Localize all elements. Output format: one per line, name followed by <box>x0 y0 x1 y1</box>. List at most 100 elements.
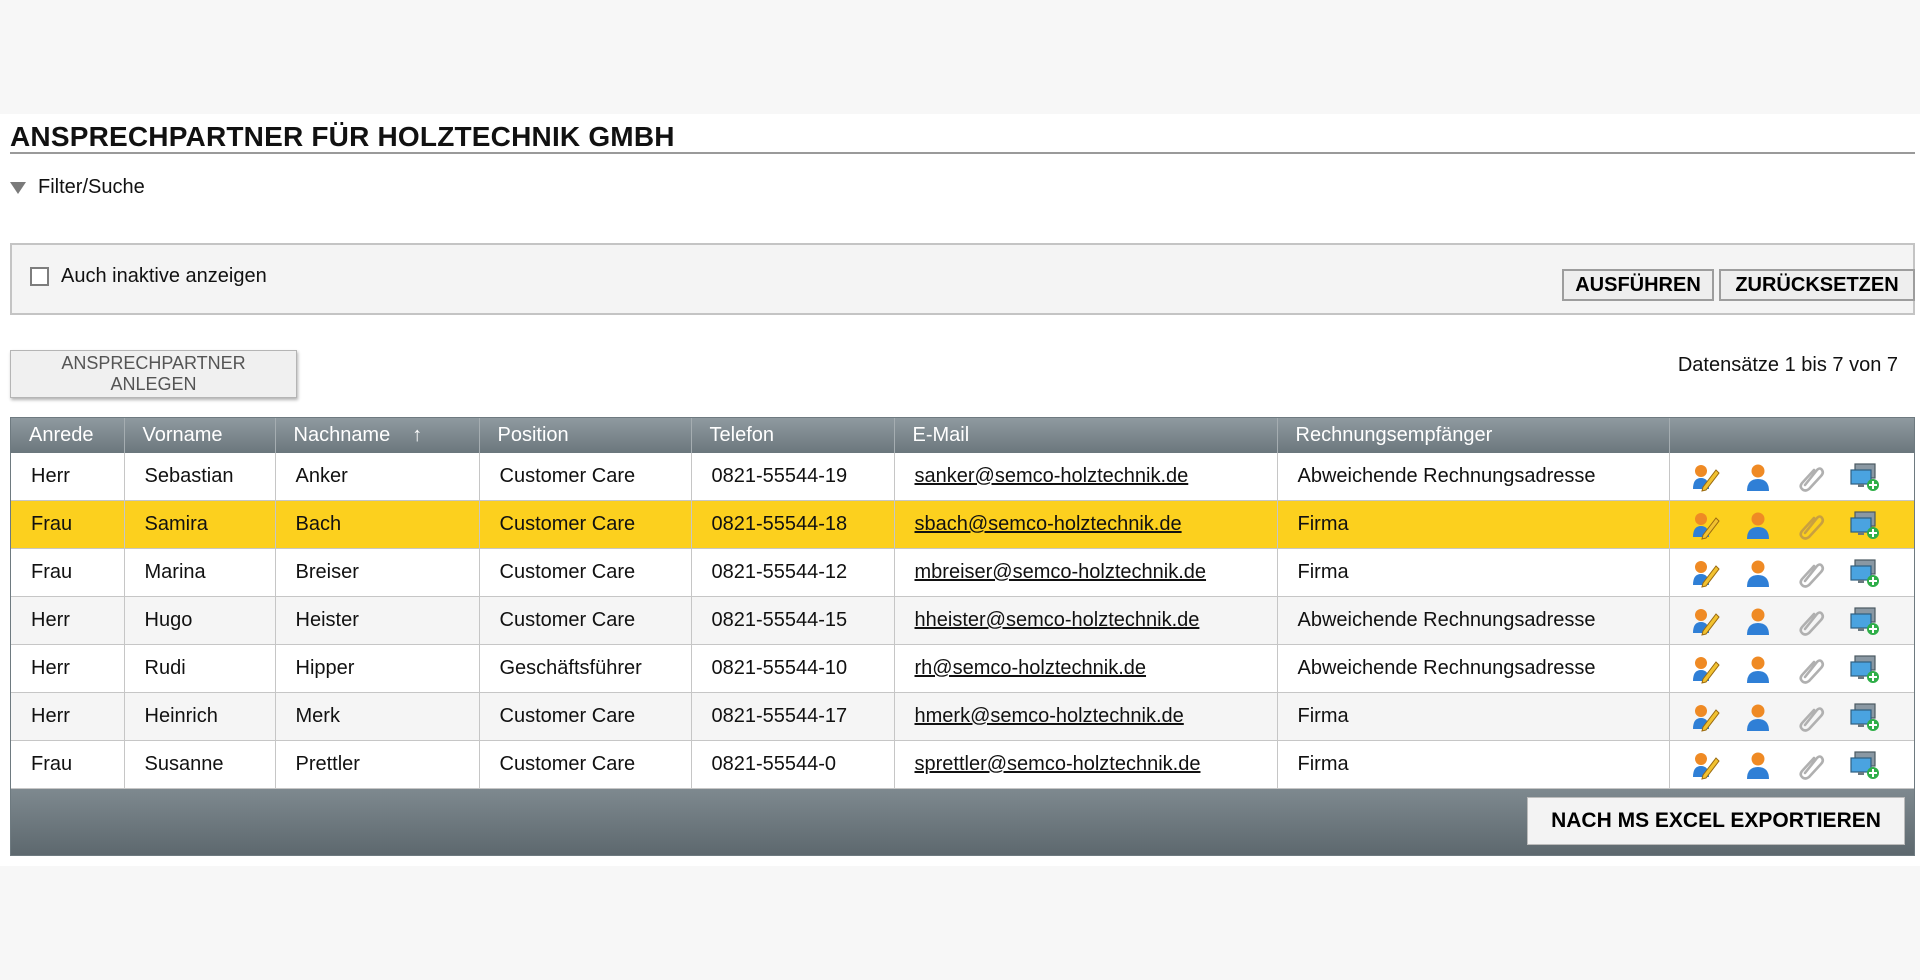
monitor-add-icon[interactable] <box>1849 558 1881 588</box>
create-contact-button[interactable]: ANSPRECHPARTNER ANLEGEN <box>10 350 297 398</box>
cell-rechnungsempfaenger: Abweichende Rechnungsadresse <box>1277 596 1670 645</box>
person-icon[interactable] <box>1743 558 1773 588</box>
table-row[interactable]: Herr Sebastian Anker Customer Care 0821-5554… <box>11 453 1914 501</box>
person-icon[interactable] <box>1743 462 1773 492</box>
person-icon[interactable] <box>1743 606 1773 636</box>
cell-rechnungsempfaenger: Abweichende Rechnungsadresse <box>1277 644 1670 693</box>
cell-telefon: 0821-55544-18 <box>691 500 895 549</box>
paperclip-icon[interactable] <box>1796 702 1826 732</box>
cell-vorname: Heinrich <box>124 692 276 741</box>
cell-email: rh@semco-holztechnik.de <box>894 644 1278 693</box>
sort-ascending-icon: ↑ <box>412 424 423 446</box>
cell-nachname: Prettler <box>275 740 480 789</box>
edit-icon[interactable] <box>1690 558 1720 588</box>
monitor-add-icon[interactable] <box>1849 750 1881 780</box>
cell-actions <box>1669 692 1915 741</box>
person-icon[interactable] <box>1743 750 1773 780</box>
row-actions <box>1690 510 1915 540</box>
export-excel-button[interactable]: NACH MS EXCEL EXPORTIEREN <box>1527 797 1905 845</box>
cell-telefon: 0821-55544-0 <box>691 740 895 789</box>
table-row[interactable]: Herr Rudi Hipper Geschäftsführer 0821-55544-… <box>11 644 1915 693</box>
cell-rechnungsempfaenger: Firma <box>1277 548 1670 597</box>
row-actions <box>1690 606 1915 636</box>
column-header-position[interactable]: Position <box>479 418 692 453</box>
column-header-telefon[interactable]: Telefon <box>691 418 895 453</box>
edit-icon[interactable] <box>1690 510 1720 540</box>
cell-telefon: 0821-55544-19 <box>691 453 895 501</box>
paperclip-icon[interactable] <box>1796 558 1826 588</box>
cell-nachname: Merk <box>275 692 480 741</box>
person-icon[interactable] <box>1743 510 1773 540</box>
edit-icon[interactable] <box>1690 606 1720 636</box>
cell-email: sbach@semco-holztechnik.de <box>894 500 1278 549</box>
person-icon[interactable] <box>1743 702 1773 732</box>
cell-nachname: Heister <box>275 596 480 645</box>
contacts-table: Anrede Vorname Nachname ↑ Position Telefo… <box>10 417 1915 856</box>
cell-nachname: Hipper <box>275 644 480 693</box>
column-header-anrede[interactable]: Anrede <box>11 418 125 453</box>
email-link[interactable]: mbreiser@semco-holztechnik.de <box>915 561 1207 583</box>
show-inactive-option[interactable]: Auch inaktive anzeigen <box>30 265 267 288</box>
edit-icon[interactable] <box>1690 702 1720 732</box>
cell-rechnungsempfaenger: Abweichende Rechnungsadresse <box>1277 453 1670 501</box>
table-row[interactable]: Herr Heinrich Merk Customer Care 0821-55544-… <box>11 692 1915 741</box>
cell-rechnungsempfaenger: Firma <box>1277 500 1670 549</box>
table-row[interactable]: Frau Samira Bach Customer Care 0821-55544-18… <box>11 500 1915 549</box>
edit-icon[interactable] <box>1690 654 1720 684</box>
table-row[interactable]: Herr Hugo Heister Customer Care 0821-55544-1… <box>11 596 1915 645</box>
cell-nachname: Anker <box>275 453 480 501</box>
cell-vorname: Rudi <box>124 644 276 693</box>
edit-icon[interactable] <box>1690 750 1720 780</box>
row-actions <box>1690 702 1915 732</box>
filter-toggle-label: Filter/Suche <box>38 176 145 198</box>
cell-position: Customer Care <box>479 500 692 549</box>
paperclip-icon[interactable] <box>1796 654 1826 684</box>
paperclip-icon[interactable] <box>1796 606 1826 636</box>
run-button[interactable]: AUSFÜHREN <box>1562 269 1714 301</box>
cell-telefon: 0821-55544-17 <box>691 692 895 741</box>
reset-button[interactable]: ZURÜCKSETZEN <box>1719 269 1915 301</box>
monitor-add-icon[interactable] <box>1849 462 1881 492</box>
show-inactive-checkbox[interactable] <box>30 267 49 286</box>
cell-actions <box>1669 644 1915 693</box>
filter-toggle[interactable]: Filter/Suche <box>10 176 145 199</box>
column-header-vorname[interactable]: Vorname <box>124 418 276 453</box>
row-actions <box>1690 654 1915 684</box>
email-link[interactable]: sbach@semco-holztechnik.de <box>915 513 1182 535</box>
email-link[interactable]: sprettler@semco-holztechnik.de <box>915 753 1201 775</box>
triangle-down-icon <box>10 181 26 194</box>
page-title: ANSPRECHPARTNER FÜR HOLZTECHNIK GMBH <box>10 121 675 152</box>
page-content: ANSPRECHPARTNER FÜR HOLZTECHNIK GMBH Fil… <box>0 114 1920 866</box>
column-header-rechnungsempfaenger[interactable]: Rechnungsempfänger <box>1277 418 1670 453</box>
table-row[interactable]: Frau Susanne Prettler Customer Care 0821-555… <box>11 740 1914 789</box>
table-header-row: Anrede Vorname Nachname ↑ Position Telefo… <box>11 418 1914 453</box>
column-header-email[interactable]: E-Mail <box>894 418 1278 453</box>
cell-position: Geschäftsführer <box>479 644 692 693</box>
cell-vorname: Samira <box>124 500 276 549</box>
email-link[interactable]: rh@semco-holztechnik.de <box>915 657 1147 679</box>
cell-actions <box>1669 596 1915 645</box>
monitor-add-icon[interactable] <box>1849 702 1881 732</box>
record-count: Datensätze 1 bis 7 von 7 <box>1677 354 1898 376</box>
cell-rechnungsempfaenger: Firma <box>1277 740 1670 789</box>
email-link[interactable]: sanker@semco-holztechnik.de <box>915 465 1189 487</box>
cell-anrede: Frau <box>11 500 125 549</box>
monitor-add-icon[interactable] <box>1849 606 1881 636</box>
cell-email: hheister@semco-holztechnik.de <box>894 596 1278 645</box>
paperclip-icon[interactable] <box>1796 462 1826 492</box>
paperclip-icon[interactable] <box>1796 750 1826 780</box>
person-icon[interactable] <box>1743 654 1773 684</box>
cell-position: Customer Care <box>479 596 692 645</box>
column-header-nachname[interactable]: Nachname ↑ <box>275 418 480 453</box>
edit-icon[interactable] <box>1690 462 1720 492</box>
monitor-add-icon[interactable] <box>1849 510 1881 540</box>
table-row[interactable]: Frau Marina Breiser Customer Care 0821-55544… <box>11 548 1914 597</box>
table-footer: NACH MS EXCEL EXPORTIEREN <box>11 789 1914 855</box>
monitor-add-icon[interactable] <box>1849 654 1881 684</box>
cell-actions <box>1669 548 1914 597</box>
email-link[interactable]: hheister@semco-holztechnik.de <box>915 609 1200 631</box>
email-link[interactable]: hmerk@semco-holztechnik.de <box>915 705 1184 727</box>
paperclip-icon[interactable] <box>1796 510 1826 540</box>
row-actions <box>1690 462 1915 492</box>
column-header-actions <box>1669 418 1914 453</box>
